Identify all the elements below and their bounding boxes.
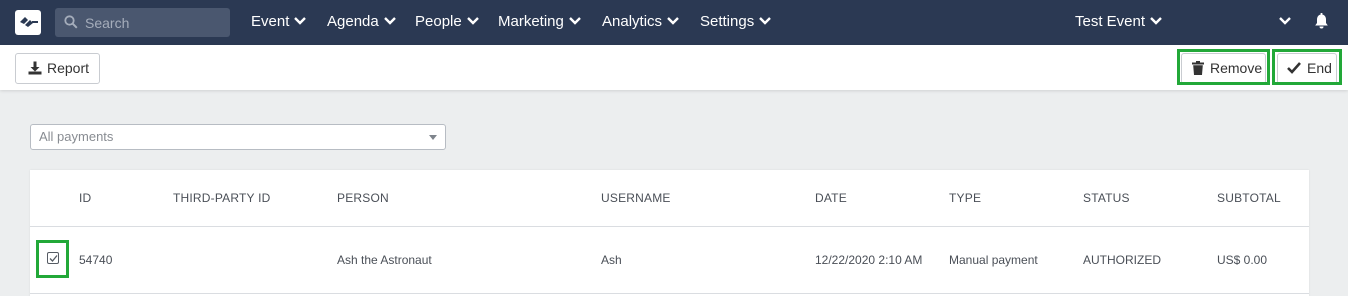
- menu-people[interactable]: People: [415, 12, 479, 34]
- caret-down-icon: [429, 135, 437, 140]
- chevron-down-icon: [759, 16, 772, 25]
- payments-table: ID THIRD-PARTY ID PERSON USERNAME DATE T…: [30, 170, 1309, 296]
- event-selector-label: Test Event: [1075, 13, 1146, 30]
- search-input[interactable]: [85, 8, 225, 37]
- column-header-subtotal[interactable]: SUBTOTAL: [1217, 191, 1281, 205]
- menu-settings[interactable]: Settings: [700, 12, 772, 34]
- cell-type: Manual payment: [949, 253, 1038, 267]
- column-header-type[interactable]: TYPE: [949, 191, 981, 205]
- menu-event[interactable]: Event: [251, 12, 307, 34]
- cell-status: AUTHORIZED: [1083, 253, 1161, 267]
- column-header-username[interactable]: USERNAME: [601, 191, 671, 205]
- menu-agenda[interactable]: Agenda: [327, 12, 396, 34]
- end-button-label: End: [1307, 60, 1332, 76]
- user-menu-toggle[interactable]: [1274, 12, 1291, 34]
- menu-event-label: Event: [251, 13, 290, 30]
- chevron-down-icon: [294, 16, 307, 25]
- column-header-person[interactable]: PERSON: [337, 191, 389, 205]
- cell-date: 12/22/2020 2:10 AM: [815, 253, 923, 267]
- cell-username: Ash: [601, 253, 622, 267]
- cell-person: Ash the Astronaut: [337, 253, 432, 267]
- column-header-status[interactable]: STATUS: [1083, 191, 1130, 205]
- header-divider: [30, 226, 1309, 227]
- row-divider: [30, 293, 1309, 294]
- report-button-label: Report: [47, 60, 90, 76]
- checkmark-icon: [1287, 62, 1301, 74]
- chevron-down-icon: [569, 16, 581, 25]
- end-button[interactable]: End: [1277, 53, 1337, 84]
- trash-icon: [1192, 61, 1204, 75]
- column-header-id[interactable]: ID: [79, 191, 91, 205]
- chevron-down-icon: [667, 16, 679, 25]
- row-select-checkbox[interactable]: [47, 252, 59, 264]
- checkmark-icon: [49, 255, 58, 262]
- search-box[interactable]: [55, 8, 230, 37]
- action-toolbar: Report Remove End: [0, 45, 1348, 90]
- menu-agenda-label: Agenda: [327, 13, 379, 30]
- column-header-third-party-id[interactable]: THIRD-PARTY ID: [173, 191, 270, 205]
- payments-filter-select[interactable]: All payments: [30, 124, 446, 150]
- remove-button-label: Remove: [1210, 60, 1263, 76]
- chevron-down-icon: [383, 16, 396, 25]
- bell-icon[interactable]: [1314, 13, 1329, 30]
- cell-subtotal: US$ 0.00: [1217, 253, 1268, 267]
- menu-people-label: People: [415, 13, 462, 30]
- download-icon: [28, 61, 42, 75]
- search-icon: [64, 15, 78, 29]
- remove-button[interactable]: Remove: [1181, 53, 1266, 84]
- cell-id: 54740: [79, 253, 113, 267]
- menu-marketing-label: Marketing: [498, 13, 564, 30]
- column-header-date[interactable]: DATE: [815, 191, 847, 205]
- app-logo[interactable]: [15, 10, 41, 35]
- event-selector[interactable]: Test Event: [1075, 12, 1162, 34]
- chevron-down-icon: [1150, 16, 1162, 25]
- top-navigation-bar: Event Agenda People Marketing Analytics …: [0, 0, 1348, 45]
- report-button[interactable]: Report: [15, 53, 100, 84]
- menu-analytics[interactable]: Analytics: [602, 12, 679, 34]
- menu-marketing[interactable]: Marketing: [498, 12, 581, 34]
- menu-settings-label: Settings: [700, 13, 755, 30]
- chevron-down-icon: [466, 16, 479, 25]
- menu-analytics-label: Analytics: [602, 13, 663, 30]
- chevron-down-icon: [1279, 16, 1291, 25]
- payments-filter-value: All payments: [39, 129, 114, 144]
